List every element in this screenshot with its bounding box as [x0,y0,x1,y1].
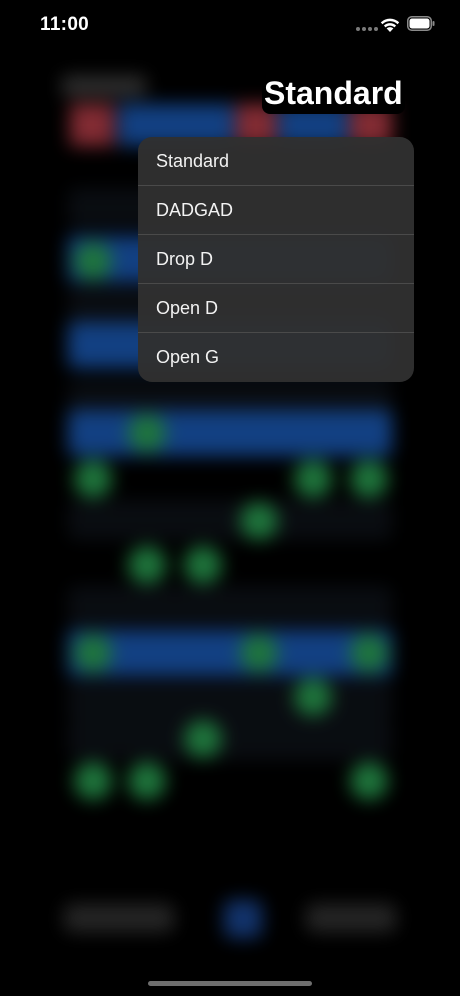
menu-item-standard[interactable]: Standard [138,137,414,186]
menu-item-drop-d[interactable]: Drop D [138,235,414,284]
wifi-icon [380,18,400,32]
menu-item-open-d[interactable]: Open D [138,284,414,333]
menu-item-dadgad[interactable]: DADGAD [138,186,414,235]
home-indicator[interactable] [148,981,312,986]
menu-item-open-g[interactable]: Open G [138,333,414,382]
tuning-menu: Standard DADGAD Drop D Open D Open G [138,137,414,382]
battery-icon [407,16,435,31]
status-bar: 11:00 [0,0,460,50]
cellular-signal-icon [356,27,378,31]
tuning-title-button[interactable]: Standard [262,72,405,114]
status-time: 11:00 [40,14,90,35]
